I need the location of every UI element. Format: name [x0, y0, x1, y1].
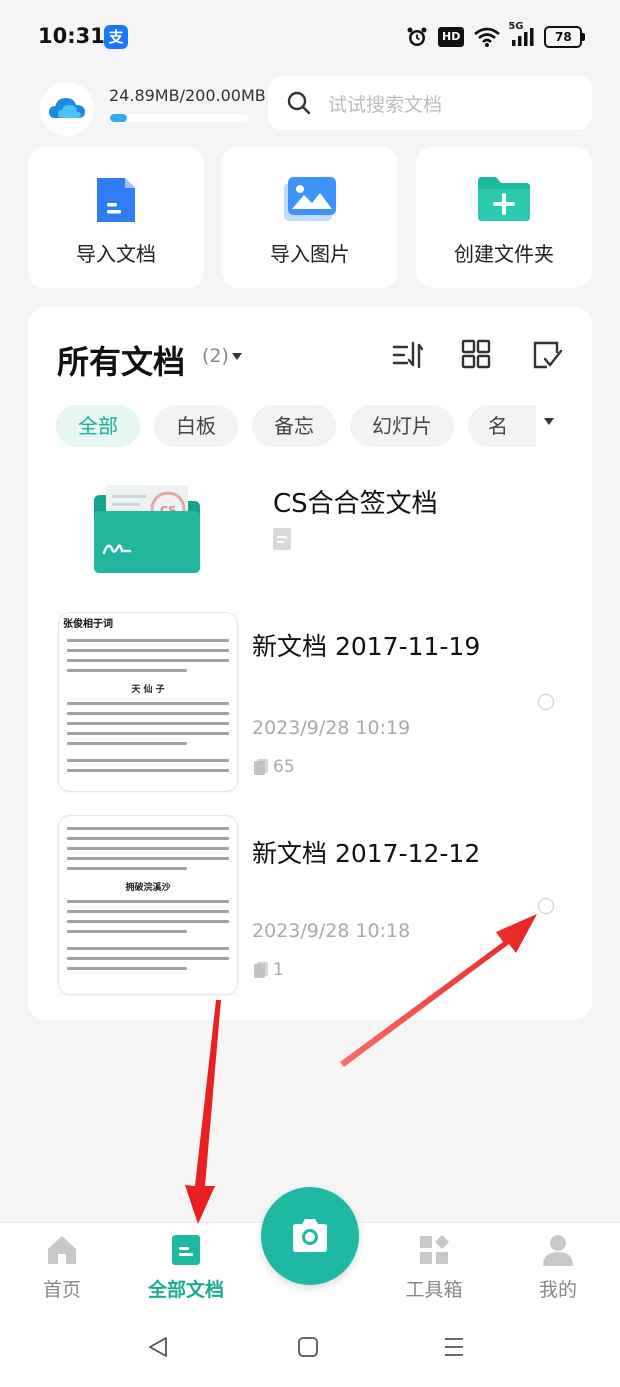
import-image-label: 导入图片 [270, 242, 350, 266]
thumbnail-subheading: 拥破浣溪沙 [125, 883, 171, 893]
documents-dropdown-caret[interactable] [232, 353, 242, 360]
system-back-icon[interactable] [146, 1335, 170, 1359]
nav-toolbox[interactable]: 工具箱 [384, 1233, 484, 1302]
folder-add-icon [478, 177, 530, 221]
multi-select-icon[interactable] [531, 339, 563, 371]
nav-all-documents[interactable]: 全部文档 [136, 1233, 236, 1302]
storage-progress-fill [110, 114, 128, 122]
filter-chip-all[interactable]: 全部 [56, 405, 140, 447]
storage-usage-text: 24.89MB/200.00MB [109, 86, 266, 105]
wifi-icon [474, 27, 501, 47]
alarm-icon [407, 27, 427, 46]
create-folder-label: 创建文件夹 [454, 242, 554, 266]
signal-indicator: 5G [508, 21, 534, 47]
page-count: 65 [273, 757, 295, 777]
select-radio[interactable] [538, 898, 554, 914]
nav-home[interactable]: 首页 [12, 1233, 112, 1302]
document-pages: 65 [253, 757, 295, 777]
status-bar: 10:31 支 HD 5G 78 [0, 0, 620, 74]
storage-progress-bar [110, 114, 248, 122]
filter-chip-memo[interactable]: 备忘 [252, 405, 336, 447]
document-thumbnail: 拥破浣溪沙 [58, 815, 238, 995]
status-icons: HD 5G 78 [406, 21, 586, 50]
folder-cs-sign[interactable]: CS CS合合签文档 [28, 467, 592, 587]
profile-icon [543, 1235, 573, 1266]
sort-icon[interactable] [391, 339, 423, 371]
cloud-icon [49, 98, 85, 118]
search-placeholder: 试试搜索文档 [328, 93, 443, 116]
toolbox-icon [420, 1235, 449, 1264]
hd-badge: HD [438, 27, 465, 47]
document-item[interactable]: 拥破浣溪沙 新文档 2017-12-12 2023/9/28 10:18 1 [28, 812, 592, 1002]
page-count: 1 [273, 960, 284, 980]
create-folder-button[interactable]: 创建文件夹 [416, 147, 592, 288]
system-home-icon[interactable] [296, 1335, 320, 1359]
nav-toolbox-label: 工具箱 [405, 1279, 463, 1301]
filter-chips: 全部 白板 备忘 幻灯片 名 [56, 405, 536, 449]
cloud-avatar[interactable] [40, 82, 94, 136]
status-time: 10:31 [38, 24, 105, 48]
pages-icon [254, 962, 268, 978]
arrow-to-all-documents-tab [185, 1000, 221, 1224]
image-icon [284, 177, 336, 221]
document-thumbnail: 张俊相于词 天 仙 子 [58, 612, 238, 792]
import-document-button[interactable]: 导入文档 [28, 147, 204, 288]
documents-count: (2) [202, 345, 229, 367]
thumbnail-heading: 张俊相于词 [63, 619, 113, 630]
search-bar[interactable]: 试试搜索文档 [268, 76, 592, 130]
grid-view-icon[interactable] [461, 339, 491, 369]
home-icon [48, 1236, 76, 1264]
document-title: 新文档 2017-12-12 [252, 839, 481, 868]
thumbnail-heading [59, 816, 237, 820]
document-date: 2023/9/28 10:18 [252, 920, 411, 942]
document-blue-icon [97, 178, 135, 222]
document-pages: 1 [253, 960, 284, 980]
select-radio[interactable] [538, 694, 554, 710]
filter-chip-slides[interactable]: 幻灯片 [350, 405, 454, 447]
folder-name: CS合合签文档 [273, 489, 438, 519]
filter-more-caret[interactable] [544, 418, 554, 425]
nav-me[interactable]: 我的 [508, 1233, 608, 1302]
filter-chip-name[interactable]: 名 [468, 405, 536, 447]
document-title: 新文档 2017-11-19 [252, 632, 481, 661]
folder-doc-type-icon [273, 528, 291, 550]
search-icon [287, 91, 311, 115]
import-document-label: 导入文档 [76, 242, 156, 266]
signature-folder-icon: CS [94, 485, 200, 573]
battery-icon: 78 [544, 26, 586, 48]
nav-home-label: 首页 [42, 1279, 81, 1301]
network-type: 5G [508, 21, 524, 32]
import-image-button[interactable]: 导入图片 [222, 147, 398, 288]
filter-chip-whiteboard[interactable]: 白板 [154, 405, 238, 447]
all-documents-icon [172, 1235, 200, 1265]
pages-icon [254, 759, 268, 775]
documents-panel: 所有文档 (2) 全部 白板 备忘 幻灯片 名 CS CS合合签文档 张俊相于词 [28, 307, 592, 1020]
document-item[interactable]: 张俊相于词 天 仙 子 新文档 2017-11-19 2023/9/28 10:… [28, 607, 592, 797]
system-menu-icon[interactable] [442, 1335, 466, 1359]
document-date: 2023/9/28 10:19 [252, 717, 411, 739]
camera-scan-button[interactable] [261, 1187, 359, 1285]
documents-title: 所有文档 [57, 343, 186, 381]
camera-icon [293, 1219, 327, 1252]
nav-all-documents-label: 全部文档 [147, 1279, 224, 1301]
nav-me-label: 我的 [538, 1279, 577, 1301]
alipay-notification-icon: 支 [104, 25, 128, 49]
thumbnail-subheading: 天 仙 子 [131, 685, 165, 695]
